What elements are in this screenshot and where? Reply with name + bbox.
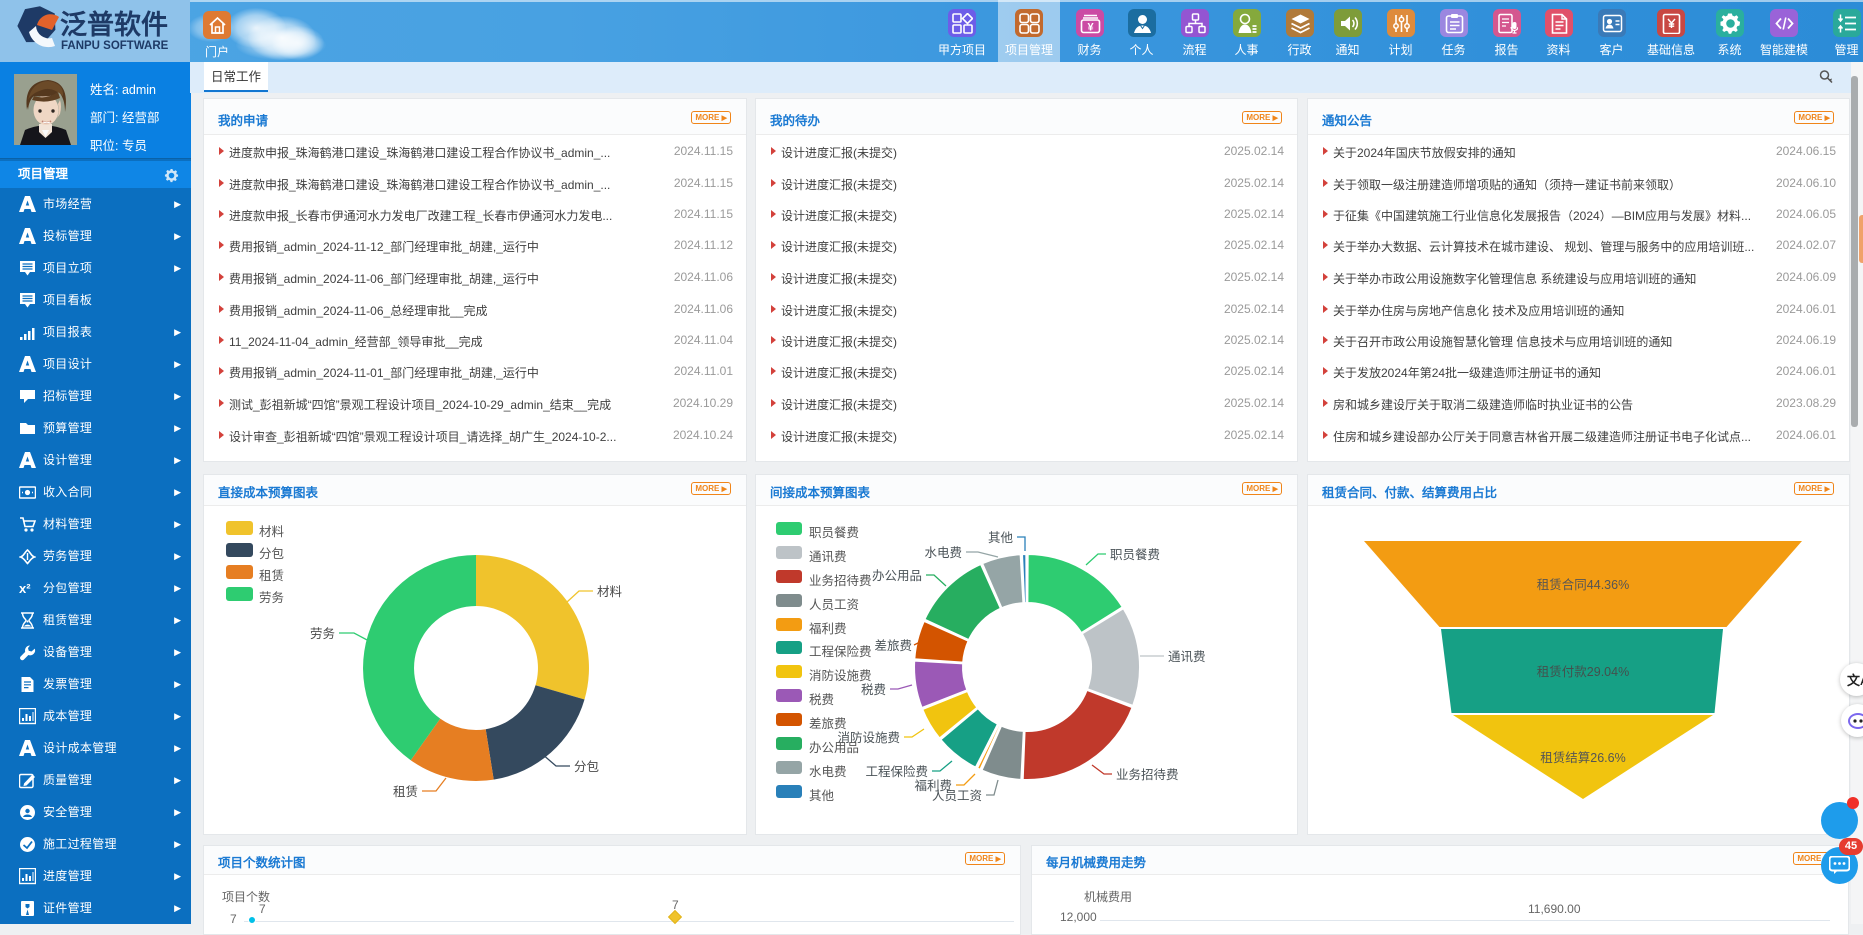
svg-text:业务招待费: 业务招待费 [1116,767,1179,782]
svg-text:其他: 其他 [988,531,1014,545]
svg-text:FANPU SOFTWARE: FANPU SOFTWARE [61,40,169,52]
svg-text:工程保险费: 工程保险费 [865,764,928,779]
svg-text:泛普软件: 泛普软件 [60,9,168,40]
svg-text:通讯费: 通讯费 [1168,650,1206,664]
svg-text:¥: ¥ [1087,22,1094,34]
svg-text:材料: 材料 [597,585,623,599]
svg-text:职员餐费: 职员餐费 [1110,547,1160,562]
svg-text:福利费: 福利费 [914,778,952,793]
svg-text:差旅费: 差旅费 [874,639,912,653]
svg-text:劳务: 劳务 [310,626,335,641]
svg-text:税费: 税费 [861,683,886,697]
svg-text:租赁合同44.36%: 租赁合同44.36% [1537,577,1629,592]
svg-text:租赁结算26.6%: 租赁结算26.6% [1540,750,1625,765]
svg-text:水电费: 水电费 [924,546,962,560]
svg-text:租赁: 租赁 [393,785,418,799]
svg-text:租赁付款29.04%: 租赁付款29.04% [1537,665,1629,679]
svg-text:办公用品: 办公用品 [872,568,922,583]
svg-text:分包: 分包 [574,760,599,774]
svg-text:x²: x² [19,581,31,596]
